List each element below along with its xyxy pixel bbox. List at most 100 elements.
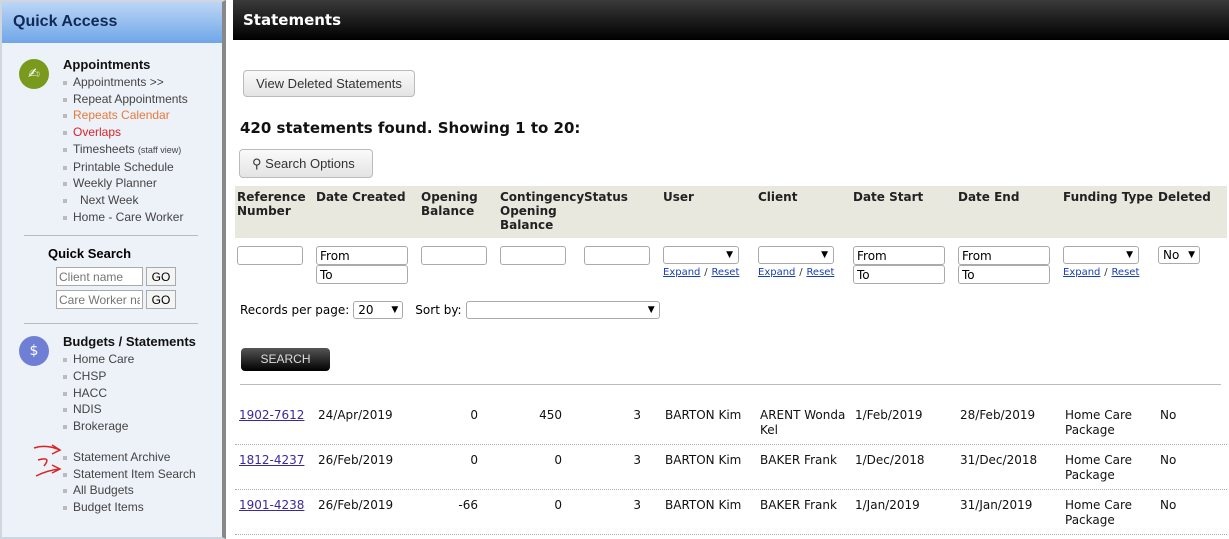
search-icon: ⚲ (252, 156, 262, 171)
client-go-button[interactable]: GO (146, 267, 176, 287)
chevron-down-icon: ▼ (1188, 250, 1195, 260)
date-end-from[interactable] (958, 246, 1050, 265)
care-worker-input[interactable] (56, 290, 143, 310)
view-deleted-statements-button[interactable]: View Deleted Statements (243, 70, 415, 97)
appointments-section: ✍ Appointments Appointments >> Repeat Ap… (2, 57, 222, 225)
link-chsp[interactable]: CHSP (63, 368, 222, 385)
appointments-icon: ✍ (19, 59, 49, 89)
link-statement-archive[interactable]: Statement Archive (63, 449, 222, 466)
statement-link[interactable]: 1901-4238 (235, 498, 314, 534)
search-button[interactable]: SEARCH (241, 348, 330, 371)
col-user[interactable]: User (661, 186, 756, 238)
cell-user: BARTON Kim (665, 408, 742, 422)
page-title: Statements (233, 0, 1229, 40)
table-row: 1812-4237 26/Feb/2019 0 0 3 BARTON Kim BAKER F… (235, 445, 1227, 490)
cell-opening-balance: -66 (458, 498, 478, 512)
col-deleted[interactable]: Deleted (1156, 186, 1227, 238)
funding-filter-select[interactable]: ▼ (1063, 246, 1139, 264)
col-date-end[interactable]: Date End (956, 186, 1061, 238)
link-printable-schedule[interactable]: Printable Schedule (63, 159, 222, 176)
timesheets-label: Timesheets (73, 141, 135, 156)
cell-opening-balance: 0 (470, 453, 478, 467)
user-filter-select[interactable]: ▼ (663, 246, 739, 264)
divider (24, 323, 198, 325)
link-overlaps[interactable]: Overlaps (63, 124, 222, 141)
chevron-down-icon: ▼ (647, 305, 655, 315)
cell-date-created: 24/Apr/2019 (318, 408, 393, 422)
link-home-care-worker[interactable]: Home - Care Worker (63, 209, 222, 226)
cell-status: 3 (633, 498, 641, 512)
client-reset-link[interactable]: Reset (806, 267, 834, 278)
cell-date-start: 1/Feb/2019 (855, 408, 923, 422)
divider (24, 235, 198, 237)
link-repeats-calendar[interactable]: Repeats Calendar (63, 107, 222, 124)
cell-funding-type: Home Care Package (1065, 453, 1133, 482)
date-created-to[interactable] (316, 265, 408, 284)
worker-go-button[interactable]: GO (146, 290, 176, 310)
statement-link[interactable]: 1902-7612 (235, 408, 314, 444)
link-brokerage[interactable]: Brokerage (63, 418, 222, 435)
link-weekly-planner[interactable]: Weekly Planner (63, 175, 222, 192)
col-status[interactable]: Status (582, 186, 661, 238)
user-expand-link[interactable]: Expand (663, 267, 700, 278)
client-expand-link[interactable]: Expand (758, 267, 795, 278)
cell-contingency: 0 (554, 453, 562, 467)
link-hacc[interactable]: HACC (63, 385, 222, 402)
appointments-heading: Appointments (63, 57, 151, 72)
records-sort-row: Records per page: 20 ▼ Sort by: ▼ (240, 301, 660, 319)
link-ndis[interactable]: NDIS (63, 401, 222, 418)
status-filter[interactable] (584, 246, 650, 265)
link-appointments[interactable]: Appointments >> (63, 74, 222, 91)
link-next-week[interactable]: Next Week (63, 192, 222, 209)
link-budget-items[interactable]: Budget Items (63, 499, 222, 516)
opening-balance-filter[interactable] (421, 246, 487, 265)
col-funding-type[interactable]: Funding Type (1061, 186, 1156, 238)
col-client[interactable]: Client (756, 186, 851, 238)
red-arrows-annotation (33, 444, 62, 477)
search-options-button[interactable]: ⚲ Search Options (239, 149, 373, 178)
cell-opening-balance: 0 (470, 408, 478, 422)
date-end-to[interactable] (958, 265, 1050, 284)
records-value: 20 (358, 303, 374, 317)
budgets-icon: $ (19, 336, 49, 367)
funding-expand-link[interactable]: Expand (1063, 267, 1100, 278)
cell-funding-type: Home Care Package (1065, 498, 1133, 527)
statements-main: Statements View Deleted Statements 420 s… (233, 0, 1229, 539)
contingency-filter[interactable] (500, 246, 566, 265)
funding-reset-link[interactable]: Reset (1111, 267, 1139, 278)
date-created-from[interactable] (316, 246, 408, 265)
records-per-page-label: Records per page: (240, 303, 350, 317)
statement-link[interactable]: 1812-4237 (235, 453, 314, 489)
cell-user: BARTON Kim (665, 453, 742, 467)
link-statement-item-search[interactable]: Statement Item Search (63, 466, 222, 483)
cell-deleted: No (1160, 408, 1177, 422)
cell-date-start: 1/Dec/2018 (855, 453, 925, 467)
quick-search-heading: Quick Search (48, 246, 132, 262)
cell-status: 3 (633, 453, 641, 467)
col-reference-number[interactable]: Reference Number (235, 186, 314, 238)
table-row: 1902-7612 24/Apr/2019 0 450 3 BARTON Kim ARENT… (235, 400, 1227, 445)
reference-filter[interactable] (237, 246, 303, 265)
col-date-created[interactable]: Date Created (314, 186, 419, 238)
cell-date-created: 26/Feb/2019 (318, 498, 394, 512)
user-reset-link[interactable]: Reset (711, 267, 739, 278)
records-per-page-select[interactable]: 20 ▼ (353, 301, 404, 319)
col-opening-balance[interactable]: Opening Balance (419, 186, 498, 238)
col-contingency-opening-balance[interactable]: Contingency Opening Balance (498, 186, 584, 238)
link-all-budgets[interactable]: All Budgets (63, 482, 222, 499)
date-start-from[interactable] (853, 246, 945, 265)
quick-access-sidebar: Quick Access ✍ Appointments Appointments… (0, 0, 226, 539)
date-start-to[interactable] (853, 265, 945, 284)
quick-search-section: Quick Search GO GO (2, 246, 222, 310)
client-filter-select[interactable]: ▼ (758, 246, 834, 264)
link-home-care[interactable]: Home Care (63, 351, 222, 368)
link-timesheets[interactable]: Timesheets (staff view) (63, 141, 222, 159)
cell-date-created: 26/Feb/2019 (318, 453, 394, 467)
sort-by-select[interactable]: ▼ (465, 301, 660, 319)
cell-deleted: No (1160, 498, 1177, 512)
deleted-filter-select[interactable]: No ▼ (1158, 246, 1200, 264)
link-repeat-appointments[interactable]: Repeat Appointments (63, 91, 222, 108)
cell-client: BAKER Frank (760, 453, 837, 467)
client-name-input[interactable] (56, 267, 143, 287)
col-date-start[interactable]: Date Start (851, 186, 956, 238)
